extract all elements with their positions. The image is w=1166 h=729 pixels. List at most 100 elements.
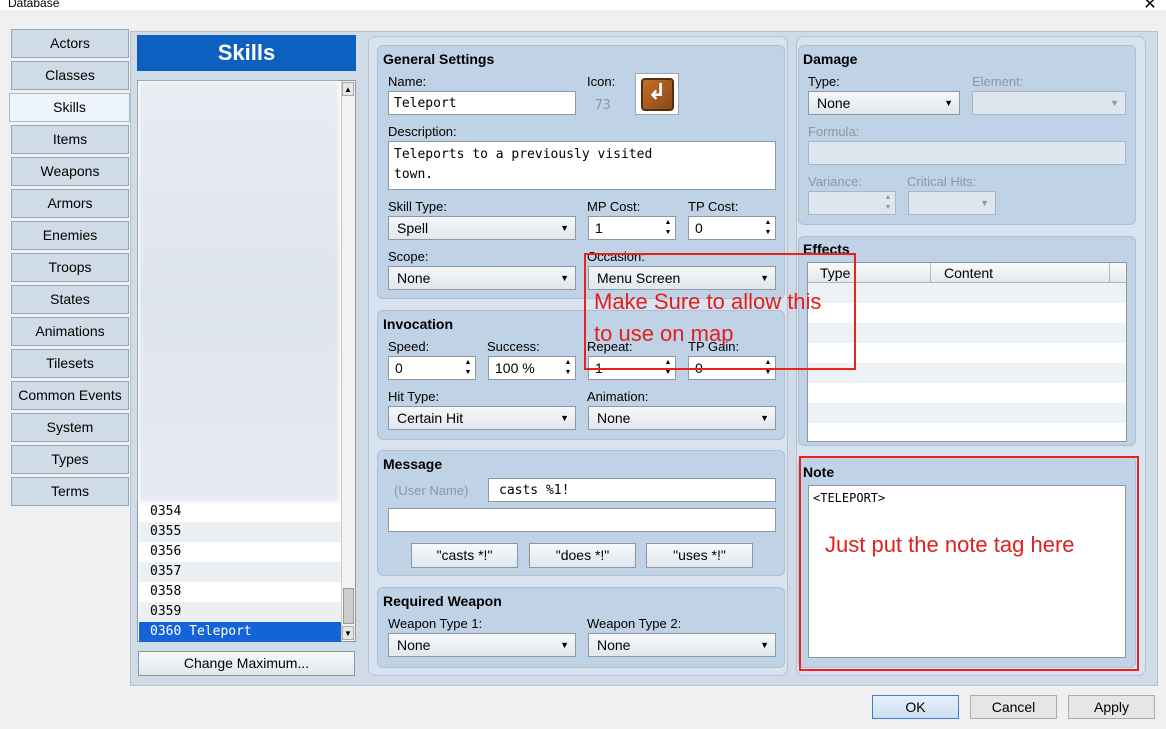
general-settings-title: General Settings	[383, 51, 495, 67]
chevron-down-icon: ▼	[944, 98, 953, 108]
chevron-down-icon: ▼	[1110, 98, 1119, 108]
tab-weapons[interactable]: Weapons	[11, 157, 129, 186]
list-scrollbar[interactable]	[341, 81, 355, 641]
tab-items[interactable]: Items	[11, 125, 129, 154]
hit-type-select[interactable]: Certain Hit ▼	[388, 406, 576, 430]
name-input[interactable]: Teleport	[388, 91, 576, 115]
spin-up-icon[interactable]: ▲	[763, 218, 773, 228]
chevron-down-icon: ▼	[560, 223, 569, 233]
message-line-2-input[interactable]	[388, 508, 776, 532]
hit-type-value: Certain Hit	[397, 410, 464, 426]
element-select[interactable]: ▼	[972, 91, 1126, 115]
tab-armors[interactable]: Armors	[11, 189, 129, 218]
tab-classes[interactable]: Classes	[11, 61, 129, 90]
scope-label: Scope:	[388, 249, 429, 264]
scope-value: None	[397, 270, 431, 286]
success-stepper[interactable]: 100 % ▲ ▼	[488, 356, 576, 380]
tab-skills[interactable]: Skills	[9, 93, 130, 122]
occasion-annotation-line-2: to use on map	[594, 321, 734, 346]
scroll-up-icon[interactable]: ▲	[342, 82, 354, 96]
effects-row[interactable]	[808, 423, 1126, 443]
spin-down-icon[interactable]: ▼	[883, 203, 893, 213]
description-input[interactable]: Teleports to a previously visited town.	[388, 141, 776, 190]
damage-type-label: Type:	[808, 74, 840, 89]
list-item[interactable]: 0360 Teleport	[139, 622, 341, 642]
ok-button[interactable]: OK	[872, 695, 959, 719]
tab-types[interactable]: Types	[11, 445, 129, 474]
casts-button[interactable]: "casts *!"	[411, 543, 518, 568]
list-blurred-region	[139, 82, 339, 502]
chevron-down-icon: ▼	[980, 198, 989, 208]
occasion-annotation-line-1: Make Sure to allow this	[594, 289, 822, 314]
does-button[interactable]: "does *!"	[529, 543, 636, 568]
note-highlight-box	[799, 456, 1139, 671]
tab-terms[interactable]: Terms	[11, 477, 129, 506]
cancel-button[interactable]: Cancel	[970, 695, 1057, 719]
scroll-down-icon[interactable]: ▼	[342, 626, 354, 640]
message-title: Message	[383, 456, 443, 472]
formula-label: Formula:	[808, 124, 860, 139]
skill-type-select[interactable]: Spell ▼	[388, 216, 576, 240]
list-item[interactable]: 0355	[139, 522, 341, 542]
skill-type-label: Skill Type:	[388, 199, 448, 214]
tab-actors[interactable]: Actors	[11, 29, 129, 58]
name-label: Name:	[388, 74, 427, 89]
tab-tilesets[interactable]: Tilesets	[11, 349, 129, 378]
spin-up-icon[interactable]: ▲	[663, 218, 673, 228]
effects-row[interactable]	[808, 383, 1126, 403]
list-item[interactable]: 0357	[139, 562, 341, 582]
tp-cost-stepper[interactable]: 0 ▲ ▼	[688, 216, 776, 240]
critical-hits-select[interactable]: ▼	[908, 191, 996, 215]
spin-down-icon[interactable]: ▼	[463, 368, 473, 378]
close-icon[interactable]: ✕	[1140, 0, 1160, 14]
variance-stepper[interactable]: ▲ ▼	[808, 191, 896, 215]
user-name-label: (User Name)	[394, 483, 469, 498]
tab-enemies[interactable]: Enemies	[11, 221, 129, 250]
effects-row[interactable]	[808, 403, 1126, 423]
list-item[interactable]: 0356	[139, 542, 341, 562]
description-line-1: Teleports to a previously visited	[394, 147, 653, 162]
weapon-type-2-value: None	[597, 637, 631, 653]
spin-down-icon[interactable]: ▼	[563, 368, 573, 378]
weapon-type-2-select[interactable]: None ▼	[588, 633, 776, 657]
list-item[interactable]: 0358	[139, 582, 341, 602]
spin-down-icon[interactable]: ▼	[663, 228, 673, 238]
mp-cost-value: 1	[595, 220, 603, 236]
spin-up-icon[interactable]: ▲	[883, 193, 893, 203]
animation-select[interactable]: None ▼	[588, 406, 776, 430]
list-item[interactable]: 0359	[139, 602, 341, 622]
name-value: Teleport	[394, 96, 457, 111]
chevron-down-icon: ▼	[760, 413, 769, 423]
variance-label: Variance:	[808, 174, 862, 189]
chevron-down-icon: ▼	[760, 640, 769, 650]
scroll-thumb[interactable]	[343, 588, 354, 624]
apply-button[interactable]: Apply	[1068, 695, 1155, 719]
message-line-1-value: casts %1!	[499, 483, 570, 498]
tab-states[interactable]: States	[11, 285, 129, 314]
effects-col-content[interactable]: Content	[944, 265, 993, 281]
change-maximum-button[interactable]: Change Maximum...	[138, 651, 355, 676]
teleport-icon: ↲	[647, 79, 667, 104]
mp-cost-stepper[interactable]: 1 ▲ ▼	[588, 216, 676, 240]
list-item[interactable]: 0354	[139, 502, 341, 522]
element-label: Element:	[972, 74, 1024, 89]
spin-up-icon[interactable]: ▲	[563, 358, 573, 368]
damage-type-select[interactable]: None ▼	[808, 91, 960, 115]
tab-animations[interactable]: Animations	[11, 317, 129, 346]
effects-col-divider	[930, 263, 931, 283]
tp-cost-value: 0	[695, 220, 703, 236]
tab-troops[interactable]: Troops	[11, 253, 129, 282]
weapon-type-1-select[interactable]: None ▼	[388, 633, 576, 657]
window-title: Database	[8, 0, 60, 10]
uses-button[interactable]: "uses *!"	[646, 543, 753, 568]
speed-stepper[interactable]: 0 ▲ ▼	[388, 356, 476, 380]
formula-input[interactable]	[808, 141, 1126, 165]
chevron-down-icon: ▼	[560, 273, 569, 283]
scope-select[interactable]: None ▼	[388, 266, 576, 290]
critical-hits-label: Critical Hits:	[907, 174, 977, 189]
tab-system[interactable]: System	[11, 413, 129, 442]
spin-down-icon[interactable]: ▼	[763, 228, 773, 238]
message-line-1-input[interactable]: casts %1!	[488, 478, 776, 502]
tab-common-events[interactable]: Common Events	[11, 381, 129, 410]
spin-up-icon[interactable]: ▲	[463, 358, 473, 368]
